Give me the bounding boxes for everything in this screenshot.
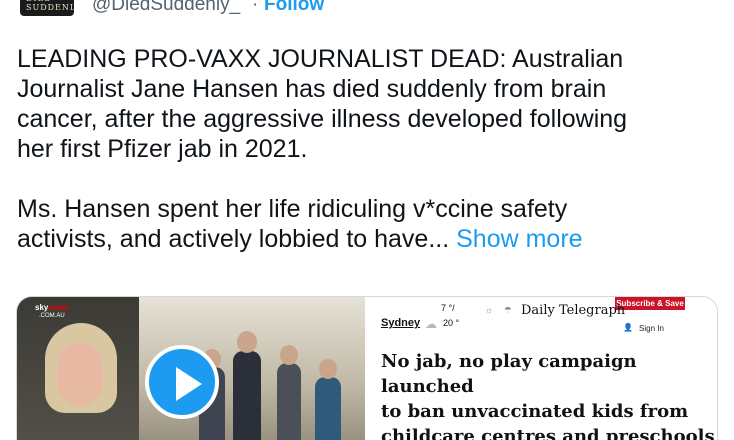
media-card[interactable]: skynews .COM.AU Subscribe & Save Sydney … — [16, 296, 718, 440]
tweet-text: LEADING PRO-VAXX JOURNALIST DEAD: Austra… — [17, 44, 722, 254]
newspaper-masthead: Daily Telegraph — [521, 303, 626, 318]
person-figure — [277, 363, 301, 440]
follow-button[interactable]: Follow — [264, 0, 324, 16]
article-headline: No jab, no play campaign launched to ban… — [381, 351, 715, 440]
tweet-paragraph-2: Ms. Hansen spent her life ridiculing v*c… — [17, 194, 722, 254]
temp-low: 20 ° — [443, 318, 460, 328]
avatar-text: DIED SUDDENLY — [26, 0, 74, 12]
presenter-face — [57, 343, 103, 405]
user-handle[interactable]: @DiedSuddenly_ — [92, 0, 240, 16]
weather-icon: ☁ — [425, 317, 437, 331]
tweet-header: DIED SUDDENLY @DiedSuddenly_ · Follow — [0, 0, 734, 22]
channel-brand: news — [48, 303, 69, 312]
article-preview[interactable]: Subscribe & Save Sydney ☁ 7 °/ 20 ° ☼ ☂ … — [365, 297, 717, 440]
person-head — [319, 359, 337, 379]
person-figure — [233, 351, 261, 440]
play-button[interactable] — [145, 345, 219, 419]
channel-logo: skynews — [35, 303, 68, 312]
show-more-link[interactable]: Show more — [456, 225, 582, 253]
person-figure — [315, 377, 341, 440]
video-left-frame: skynews .COM.AU — [17, 297, 139, 440]
person-head — [237, 331, 257, 353]
channel-name: sky — [35, 303, 49, 312]
person-head — [280, 345, 298, 365]
sign-in-link: Sign In — [639, 324, 664, 333]
play-icon — [176, 367, 202, 401]
weather-forecast-icons: ☼ ☂ — [485, 305, 516, 315]
video-thumbnail[interactable]: skynews .COM.AU — [17, 297, 365, 440]
separator-dot: · — [252, 0, 259, 15]
channel-sub: .COM.AU — [39, 313, 65, 319]
weather-city: Sydney — [381, 317, 421, 329]
avatar[interactable]: DIED SUDDENLY — [20, 0, 74, 16]
tweet-paragraph-1: LEADING PRO-VAXX JOURNALIST DEAD: Austra… — [17, 45, 628, 163]
subscribe-button: Subscribe & Save — [615, 297, 685, 310]
user-icon: 👤 — [623, 323, 633, 332]
temp-high: 7 °/ — [441, 303, 455, 313]
